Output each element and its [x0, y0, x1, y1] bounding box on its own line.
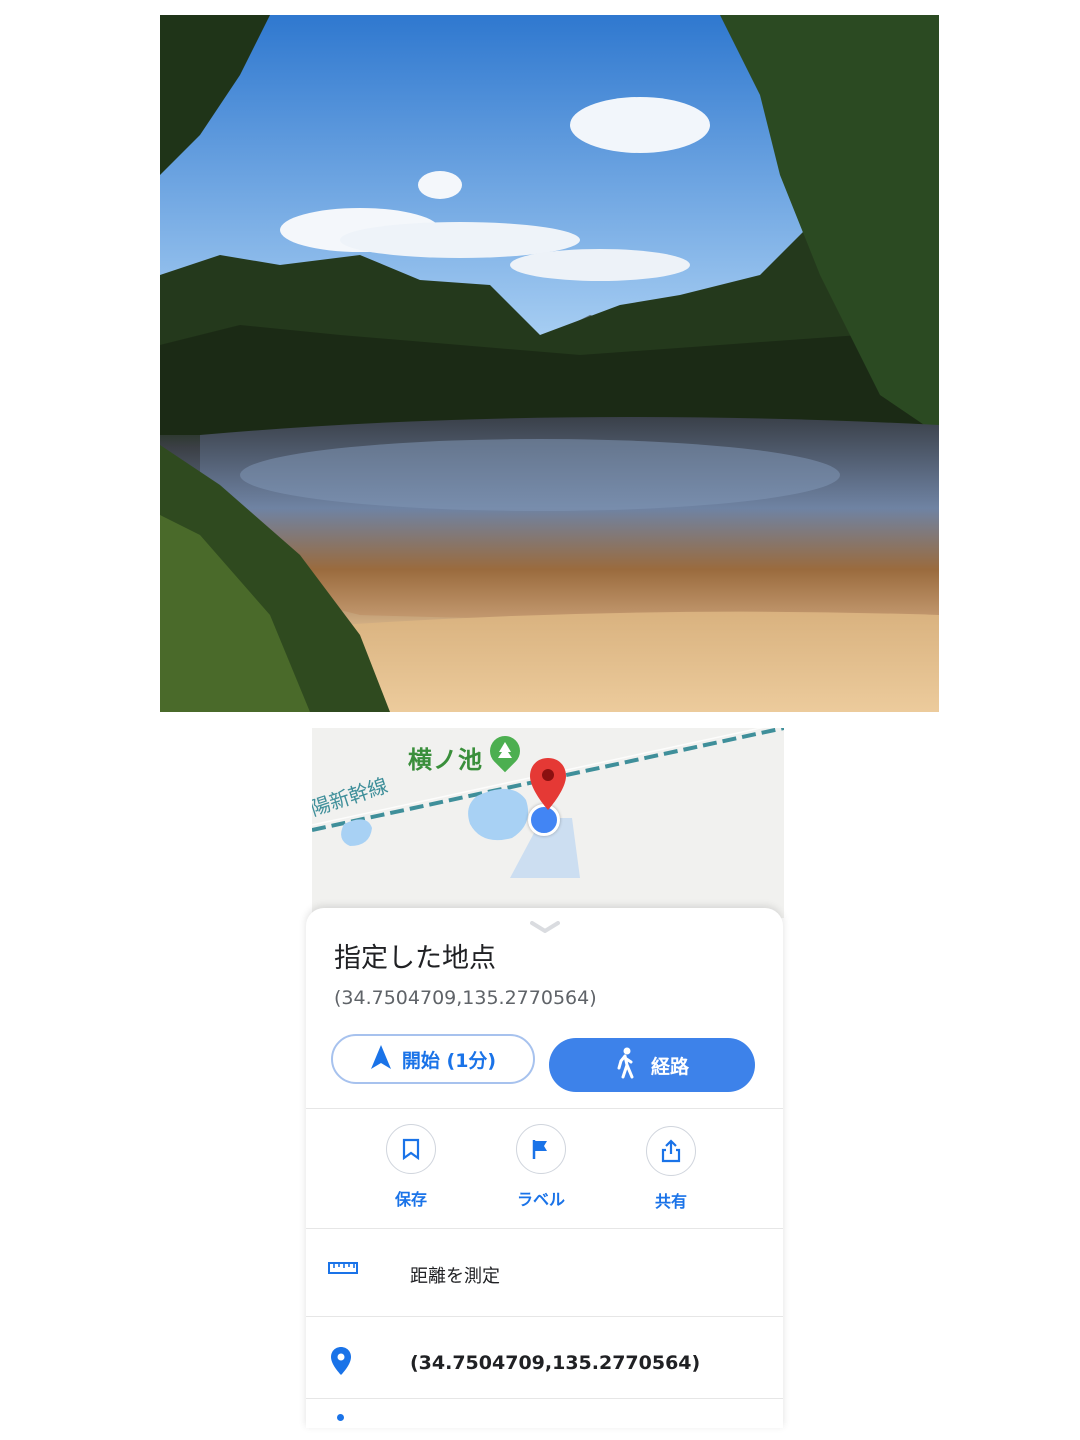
start-navigation-label: 開始 (1分) [401, 1049, 497, 1072]
save-label: 保存 [394, 1190, 427, 1209]
save-action[interactable]: 保存 [366, 1124, 456, 1210]
bookmark-icon [386, 1124, 436, 1174]
directions-button[interactable]: 経路 [549, 1038, 755, 1092]
flag-icon [516, 1124, 566, 1174]
divider [306, 1108, 783, 1109]
divider [306, 1398, 783, 1399]
share-action[interactable]: 共有 [626, 1126, 716, 1212]
navigation-arrow-icon [370, 1044, 392, 1075]
share-icon [646, 1126, 696, 1176]
sheet-collapse-handle-icon[interactable] [530, 918, 560, 934]
coordinates-value: (34.7504709,135.2770564) [410, 1352, 701, 1374]
ruler-icon [328, 1260, 358, 1279]
share-label: 共有 [654, 1192, 687, 1211]
label-action[interactable]: ラベル [496, 1124, 586, 1210]
divider [306, 1228, 783, 1229]
place-sheet: 指定した地点 (34.7504709,135.2770564) 開始 (1分) … [306, 908, 783, 1428]
label-label: ラベル [516, 1190, 565, 1209]
place-coordinates: (34.7504709,135.2770564) [334, 987, 597, 1009]
park-icon[interactable] [483, 729, 527, 773]
place-title: 指定した地点 [334, 943, 496, 974]
dropped-pin-icon[interactable] [528, 756, 568, 816]
location-pin-icon [330, 1346, 352, 1380]
directions-label: 経路 [650, 1055, 689, 1078]
walking-icon [615, 1047, 637, 1084]
coordinates-row[interactable]: (34.7504709,135.2770564) [306, 1334, 783, 1394]
start-navigation-button[interactable]: 開始 (1分) [331, 1034, 535, 1084]
map-place-label[interactable]: 横ノ池 [408, 740, 483, 775]
measure-distance-label: 距離を測定 [410, 1266, 500, 1287]
pond-photo [160, 15, 939, 712]
map-view[interactable]: 横ノ池 陽新幹線 [312, 728, 784, 918]
divider [306, 1316, 783, 1317]
pond-photo-illustration [160, 15, 939, 712]
measure-distance-row[interactable]: 距離を測定 [306, 1244, 783, 1304]
dot-icon [337, 1414, 344, 1421]
